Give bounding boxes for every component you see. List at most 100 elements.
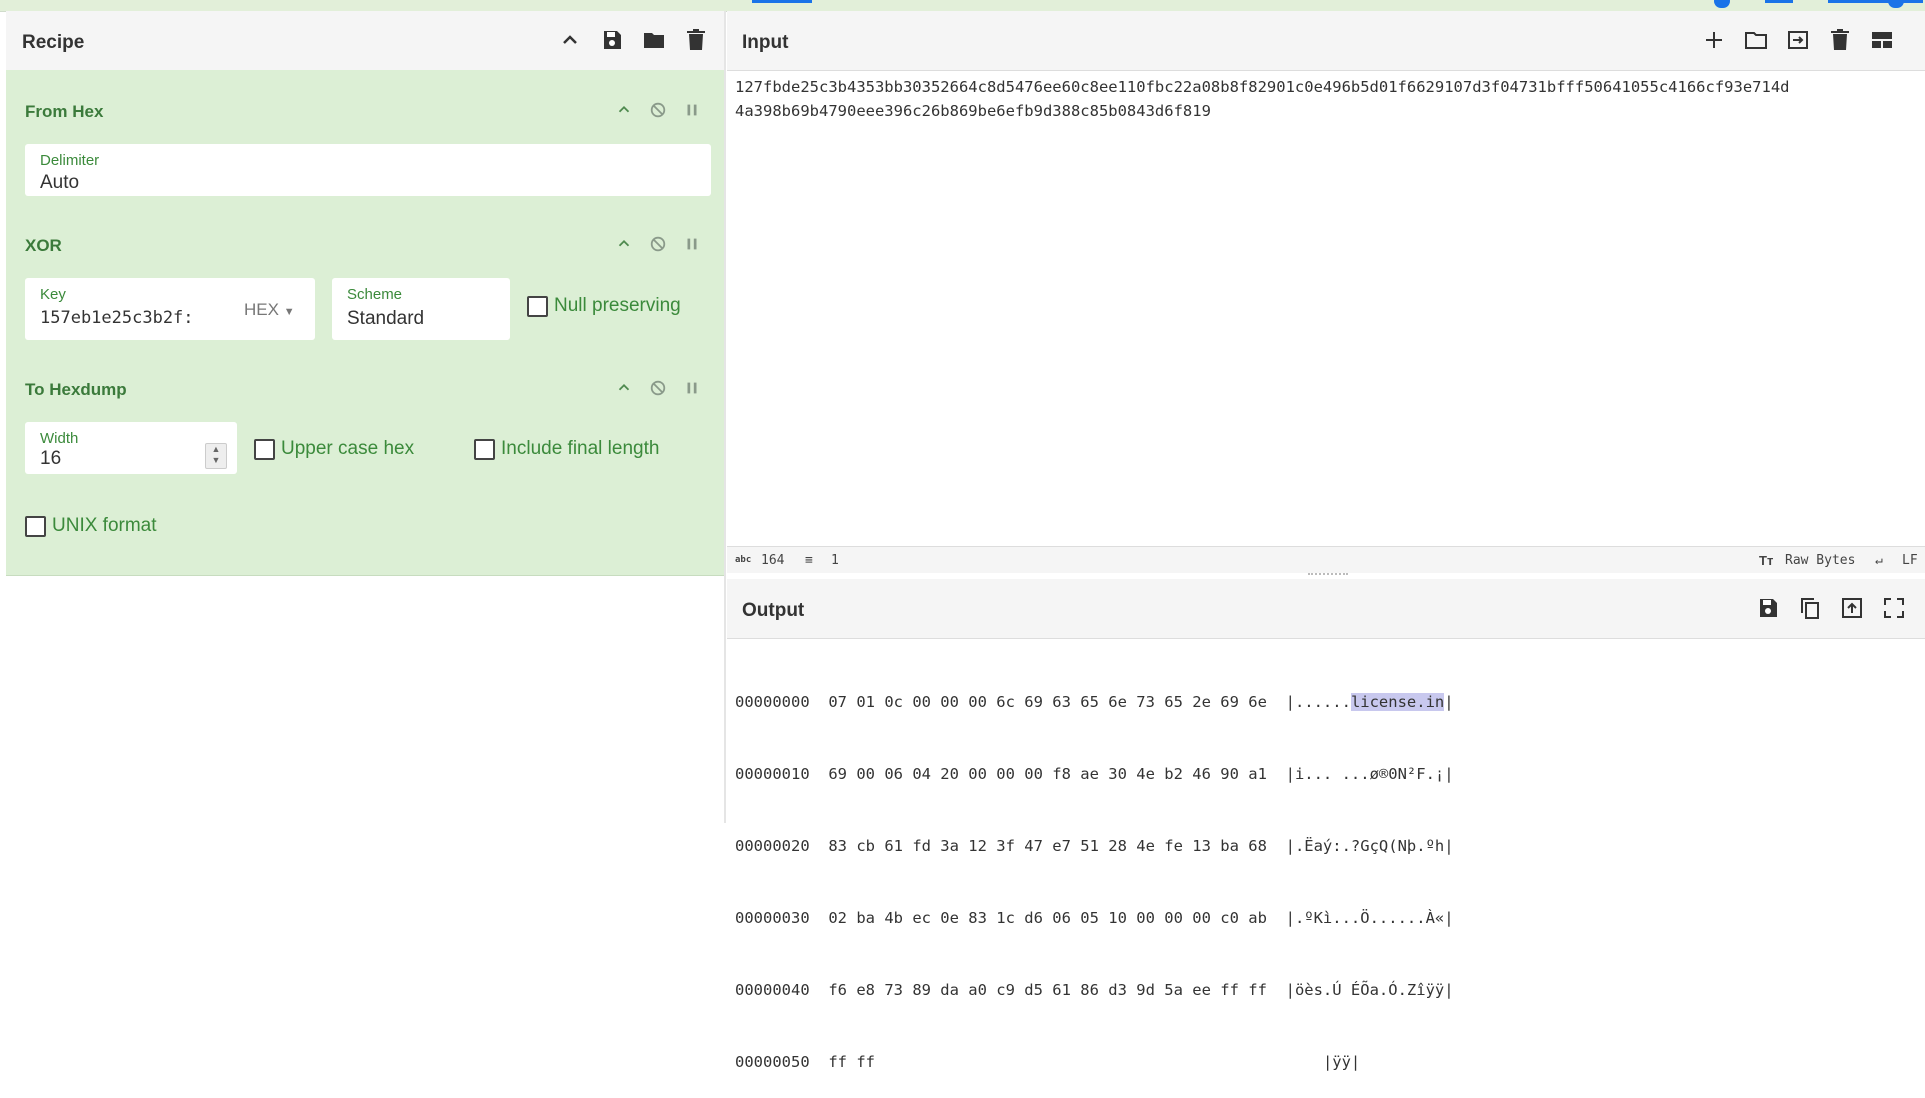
encoding-label[interactable]: Raw Bytes (1785, 553, 1855, 568)
row-offset: 00000010 (735, 765, 810, 783)
banner-link-fragment[interactable] (752, 0, 812, 3)
clear-recipe-icon[interactable] (684, 28, 708, 52)
checkbox-label: Include final length (501, 438, 660, 459)
chevron-up-icon[interactable] (614, 100, 634, 120)
checkbox-label: Upper case hex (281, 438, 415, 459)
save-output-icon[interactable] (1756, 596, 1780, 620)
row-hex: 02 ba 4b ec 0e 83 1c d6 06 05 10 00 00 0… (828, 909, 1267, 927)
checkbox-box[interactable] (527, 295, 548, 317)
row-offset: 00000050 (735, 1053, 810, 1071)
add-tab-icon[interactable] (1702, 28, 1726, 52)
input-line: 4a398b69b4790eee396c26b869be6efb9d388c85… (735, 102, 1211, 120)
key-field[interactable]: Key 157eb1e25c3b2f: HEX ▼ (25, 278, 315, 340)
about-icon[interactable] (1888, 0, 1904, 8)
eol-label[interactable]: LF (1902, 553, 1918, 568)
row-hex: ff ff (828, 1053, 875, 1071)
layout-icon[interactable] (1870, 28, 1894, 52)
checkbox-label: UNIX format (52, 515, 157, 536)
row-ascii: |...... (1285, 693, 1351, 711)
number-stepper[interactable]: ▲ ▼ (205, 443, 227, 469)
operation-to-hexdump[interactable]: To Hexdump Width 16 ▲ ▼ Upper case hex In… (6, 358, 724, 576)
unix-format-checkbox[interactable]: UNIX format (25, 515, 157, 537)
delimiter-field[interactable]: Delimiter Auto (25, 144, 711, 196)
operation-title: XOR (25, 236, 62, 255)
upper-case-hex-checkbox[interactable]: Upper case hex (254, 438, 414, 460)
panel-resize-handle[interactable] (724, 11, 726, 823)
field-value: Standard (347, 308, 425, 329)
breakpoint-pause-icon[interactable] (682, 378, 702, 398)
table-row: 00000040 f6 e8 73 89 da a0 c9 d5 61 86 d… (735, 978, 1454, 1002)
table-row: 00000030 02 ba 4b ec 0e 83 1c d6 06 05 1… (735, 906, 1454, 930)
row-offset: 00000040 (735, 981, 810, 999)
operation-title: From Hex (25, 102, 104, 121)
maximize-icon[interactable] (1882, 596, 1906, 620)
row-hex: 83 cb 61 fd 3a 12 3f 47 e7 51 28 4e fe 1… (828, 837, 1267, 855)
row-ascii: |.Ëaý:.?GçQ(Nþ.ºh| (1285, 837, 1454, 855)
include-final-length-checkbox[interactable]: Include final length (474, 438, 659, 460)
recipe-title: Recipe (22, 32, 85, 53)
scheme-field[interactable]: Scheme Standard (332, 278, 510, 340)
checkbox-box[interactable] (474, 438, 495, 460)
length-icon: abc (735, 555, 752, 565)
chevron-up-icon[interactable] (614, 234, 634, 254)
open-folder-icon[interactable] (1744, 28, 1768, 52)
field-label: Key (40, 286, 66, 303)
row-hex: f6 e8 73 89 da a0 c9 d5 61 86 d3 9d 5a e… (828, 981, 1267, 999)
lines-icon: ≡ (805, 553, 813, 568)
output-hexdump[interactable]: 00000000 07 01 0c 00 00 00 6c 69 63 65 6… (735, 642, 1454, 1098)
null-preserving-checkbox[interactable]: Null preserving (527, 295, 681, 317)
disable-icon[interactable] (648, 234, 668, 254)
row-ascii: |öès.Ú ÉÕa.Ó.Zîÿÿ| (1285, 981, 1454, 999)
input-length: 164 (761, 553, 785, 568)
table-row: 00000000 07 01 0c 00 00 00 6c 69 63 65 6… (735, 690, 1454, 714)
operation-title: To Hexdump (25, 380, 127, 399)
field-label: Width (40, 430, 79, 447)
breakpoint-pause-icon[interactable] (682, 234, 702, 254)
operation-from-hex[interactable]: From Hex Delimiter Auto (6, 70, 724, 215)
checkbox-box[interactable] (25, 515, 46, 537)
input-status-bar: abc 164 ≡ 1 Tт Raw Bytes ↵ LF (727, 546, 1925, 573)
field-label: Delimiter (40, 152, 100, 169)
field-label: Scheme (347, 286, 403, 303)
row-ascii: |.ºKì...Ö......À«| (1285, 909, 1454, 927)
open-file-icon[interactable] (1786, 28, 1810, 52)
input-lines: 1 (831, 553, 839, 568)
load-recipe-icon[interactable] (642, 28, 666, 52)
recipe-header: Recipe (6, 11, 724, 71)
save-recipe-icon[interactable] (600, 28, 624, 52)
disable-icon[interactable] (648, 378, 668, 398)
width-field[interactable]: Width 16 ▲ ▼ (25, 422, 237, 474)
text-format-icon[interactable]: Tт (1759, 553, 1773, 568)
checkbox-box[interactable] (254, 438, 275, 460)
key-format-label: HEX (244, 300, 279, 319)
chevron-up-icon[interactable] (614, 378, 634, 398)
recipe-panel: Recipe From Hex Delimiter Auto XOR Key 1… (6, 11, 724, 823)
collapse-recipe-icon[interactable] (558, 28, 582, 52)
field-value: 157eb1e25c3b2f: (40, 308, 194, 328)
row-hex: 69 00 06 04 20 00 00 00 f8 ae 30 4e b2 4… (828, 765, 1267, 783)
replace-input-icon[interactable] (1840, 596, 1864, 620)
operation-xor[interactable]: XOR Key 157eb1e25c3b2f: HEX ▼ Scheme Sta… (6, 214, 724, 359)
row-offset: 00000000 (735, 693, 810, 711)
checkbox-label: Null preserving (554, 295, 681, 316)
row-hex: 07 01 0c 00 00 00 6c 69 63 65 6e 73 65 2… (828, 693, 1267, 711)
row-ascii-end: | (1444, 693, 1454, 711)
settings-icon[interactable] (1714, 0, 1730, 8)
field-value: 16 (40, 448, 62, 469)
table-row: 00000020 83 cb 61 fd 3a 12 3f 47 e7 51 2… (735, 834, 1454, 858)
eol-icon[interactable]: ↵ (1875, 553, 1883, 568)
key-format-dropdown[interactable]: HEX ▼ (244, 300, 295, 320)
disable-icon[interactable] (648, 100, 668, 120)
banner-link-fragment[interactable] (1828, 0, 1923, 3)
banner-link-fragment[interactable] (1765, 0, 1793, 3)
copy-output-icon[interactable] (1798, 596, 1822, 620)
input-textarea[interactable]: 127fbde25c3b4353bb30352664c8d5476ee60c8e… (735, 75, 1790, 123)
input-header: Input (727, 11, 1925, 71)
breakpoint-pause-icon[interactable] (682, 100, 702, 120)
row-offset: 00000020 (735, 837, 810, 855)
output-header: Output (727, 579, 1925, 639)
caret-down-icon: ▼ (283, 306, 295, 318)
row-offset: 00000030 (735, 909, 810, 927)
row-ascii: |i... ...ø®0N²F.¡| (1285, 765, 1454, 783)
clear-input-icon[interactable] (1828, 28, 1852, 52)
